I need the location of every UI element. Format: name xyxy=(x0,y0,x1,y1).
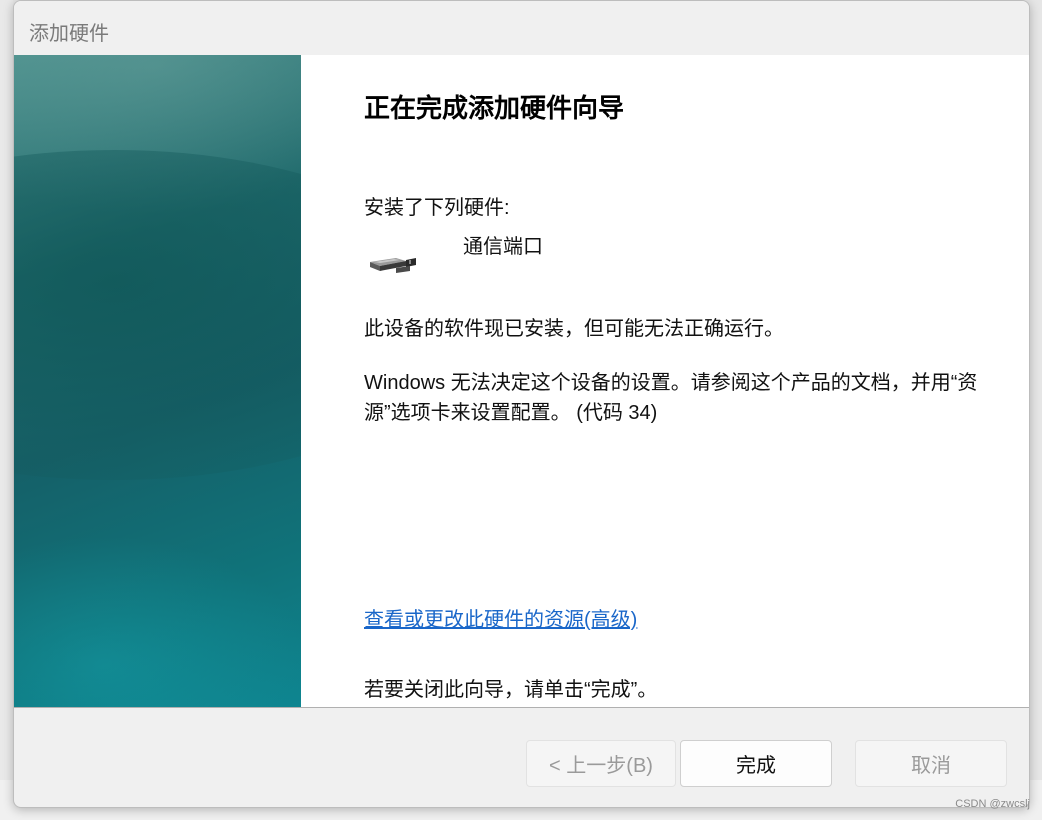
button-area-separator xyxy=(14,707,1029,708)
back-button[interactable]: < 上一步(B) xyxy=(526,740,676,787)
wizard-side-banner xyxy=(14,55,301,707)
wizard-content: 正在完成添加硬件向导 安装了下列硬件: 通信端口 此设备的软件现已安装，但可能无… xyxy=(14,55,1029,707)
device-name: 通信端口 xyxy=(463,236,543,258)
serial-port-icon xyxy=(370,258,416,273)
add-hardware-dialog: 添加硬件 正在完成添加硬件向导 安装了下列硬件: 通信端口 此设备的软件现已安装… xyxy=(13,0,1030,808)
cancel-button[interactable]: 取消 xyxy=(855,740,1007,787)
config-error-text: Windows 无法决定这个设备的设置。请参阅这个产品的文档，并用“资源”选项卡… xyxy=(364,372,978,424)
window-title: 添加硬件 xyxy=(29,23,109,45)
installed-hardware-label: 安装了下列硬件: xyxy=(364,197,510,219)
install-status-text: 此设备的软件现已安装，但可能无法正确运行。 xyxy=(364,318,784,340)
finish-button[interactable]: 完成 xyxy=(680,740,832,787)
wizard-main-panel: 正在完成添加硬件向导 安装了下列硬件: 通信端口 此设备的软件现已安装，但可能无… xyxy=(301,55,1029,707)
view-resources-link[interactable]: 查看或更改此硬件的资源(高级) xyxy=(364,605,637,635)
watermark-text: CSDN @zwcslj xyxy=(955,798,1030,810)
background-left-edge xyxy=(0,0,13,820)
banner-ellipse xyxy=(14,150,301,480)
title-bar[interactable]: 添加硬件 xyxy=(14,1,1029,55)
banner-glow xyxy=(14,535,301,707)
close-hint-text: 若要关闭此向导，请单击“完成”。 xyxy=(364,679,658,701)
wizard-heading: 正在完成添加硬件向导 xyxy=(364,93,625,123)
